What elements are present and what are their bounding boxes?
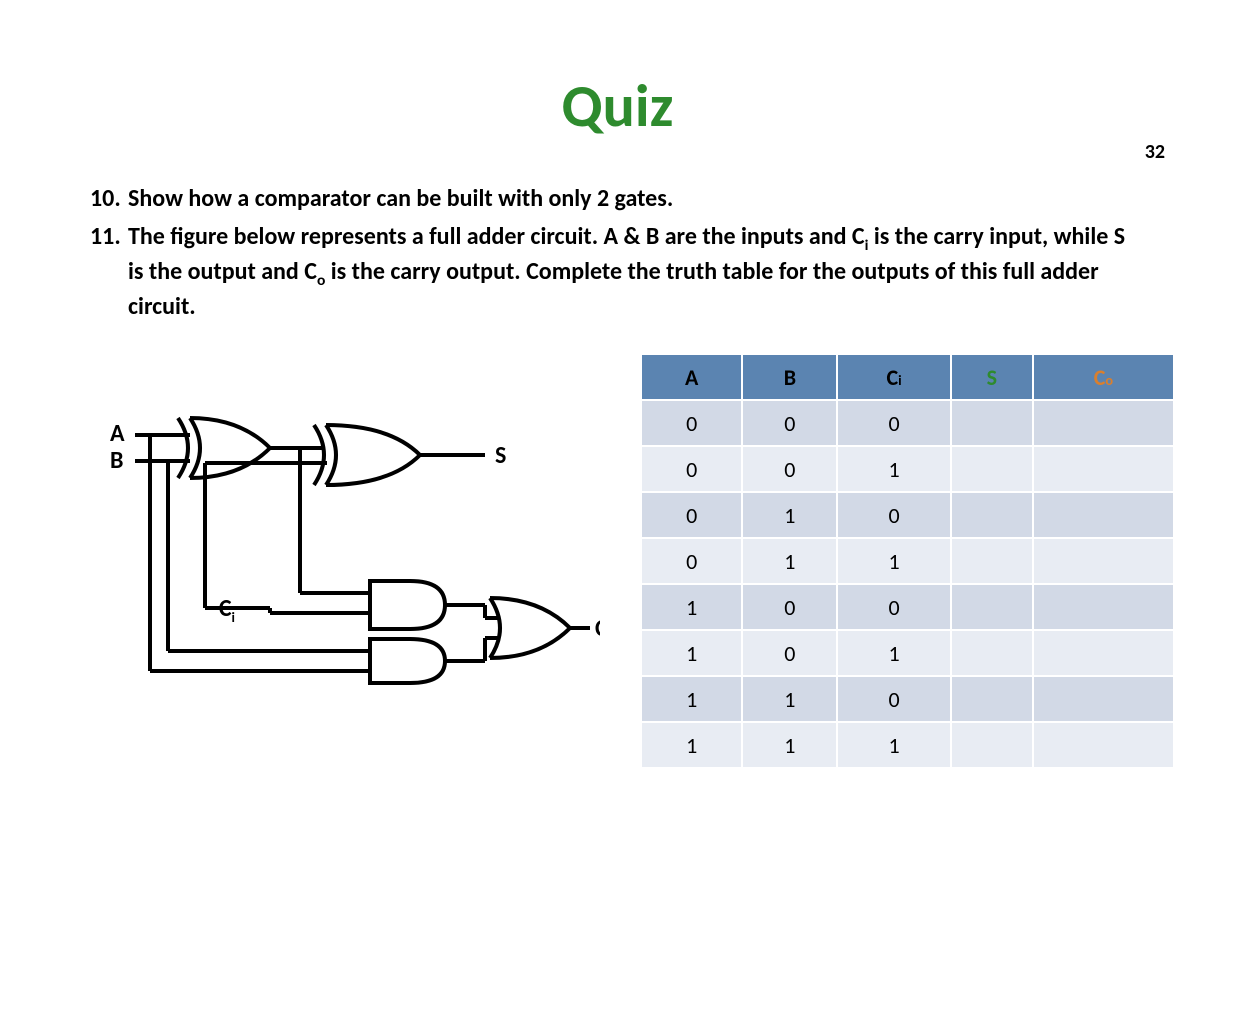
th-Ci-sub: i — [898, 371, 902, 389]
table-row: 0 1 1 — [641, 538, 1174, 584]
cell-Ci: 0 — [837, 676, 951, 722]
q11-text: The figure below represents a full adder… — [128, 221, 1145, 323]
cell-Co — [1033, 446, 1174, 492]
page-number: 32 — [1145, 140, 1165, 164]
cell-Ci: 0 — [837, 584, 951, 630]
cell-Ci: 1 — [837, 630, 951, 676]
question-10: 10. Show how a comparator can be built w… — [90, 183, 1145, 215]
q10-text: Show how a comparator can be built with … — [128, 183, 673, 215]
cell-A: 1 — [641, 676, 742, 722]
questions-block: 10. Show how a comparator can be built w… — [90, 183, 1145, 323]
cell-Co — [1033, 722, 1174, 768]
label-A: A — [110, 419, 125, 448]
q11-part1: The figure below represents a full adder… — [128, 222, 865, 251]
cell-B: 1 — [742, 722, 837, 768]
label-B: B — [110, 446, 123, 475]
th-Ci-main: C — [886, 364, 898, 391]
cell-B: 0 — [742, 630, 837, 676]
truth-table-wrap: A B Ci S Co 0 0 0 — [640, 353, 1175, 769]
th-Co-main: C — [1094, 364, 1106, 391]
th-B: B — [742, 354, 837, 400]
cell-S — [951, 400, 1033, 446]
cell-S — [951, 584, 1033, 630]
label-Co: Co — [595, 614, 600, 646]
cell-A: 0 — [641, 492, 742, 538]
content-row: A B S Ci Co A B Ci S C — [90, 353, 1175, 769]
cell-B: 0 — [742, 400, 837, 446]
label-Ci: Ci — [219, 594, 235, 626]
cell-S — [951, 630, 1033, 676]
q11-number: 11. — [90, 221, 128, 323]
circuit-svg: A B S Ci Co — [90, 393, 600, 713]
cell-Ci: 1 — [837, 538, 951, 584]
table-row: 1 1 1 — [641, 722, 1174, 768]
cell-Ci: 0 — [837, 400, 951, 446]
cell-Co — [1033, 492, 1174, 538]
th-Ci: Ci — [837, 354, 951, 400]
cell-Co — [1033, 630, 1174, 676]
cell-Co — [1033, 584, 1174, 630]
cell-B: 0 — [742, 446, 837, 492]
cell-B: 0 — [742, 584, 837, 630]
table-row: 1 1 0 — [641, 676, 1174, 722]
cell-Ci: 1 — [837, 446, 951, 492]
page-title: Quiz — [0, 70, 1235, 143]
table-row: 1 0 0 — [641, 584, 1174, 630]
cell-Co — [1033, 676, 1174, 722]
cell-S — [951, 492, 1033, 538]
cell-A: 0 — [641, 400, 742, 446]
th-Co: Co — [1033, 354, 1174, 400]
cell-S — [951, 676, 1033, 722]
table-row: 1 0 1 — [641, 630, 1174, 676]
th-Co-sub: o — [1105, 371, 1113, 389]
label-S: S — [495, 441, 506, 470]
truth-table-body: 0 0 0 0 0 1 0 1 0 — [641, 400, 1174, 768]
cell-S — [951, 446, 1033, 492]
cell-B: 1 — [742, 492, 837, 538]
cell-A: 0 — [641, 538, 742, 584]
cell-Co — [1033, 538, 1174, 584]
cell-Ci: 1 — [837, 722, 951, 768]
cell-S — [951, 722, 1033, 768]
table-row: 0 1 0 — [641, 492, 1174, 538]
q10-number: 10. — [90, 183, 128, 215]
table-row: 0 0 0 — [641, 400, 1174, 446]
cell-A: 0 — [641, 446, 742, 492]
cell-B: 1 — [742, 676, 837, 722]
full-adder-circuit-diagram: A B S Ci Co — [90, 393, 610, 713]
th-A: A — [641, 354, 742, 400]
cell-A: 1 — [641, 630, 742, 676]
cell-S — [951, 538, 1033, 584]
cell-A: 1 — [641, 584, 742, 630]
cell-B: 1 — [742, 538, 837, 584]
cell-Ci: 0 — [837, 492, 951, 538]
table-header-row: A B Ci S Co — [641, 354, 1174, 400]
th-S: S — [951, 354, 1033, 400]
cell-Co — [1033, 400, 1174, 446]
table-row: 0 0 1 — [641, 446, 1174, 492]
question-11: 11. The figure below represents a full a… — [90, 221, 1145, 323]
cell-A: 1 — [641, 722, 742, 768]
truth-table: A B Ci S Co 0 0 0 — [640, 353, 1175, 769]
